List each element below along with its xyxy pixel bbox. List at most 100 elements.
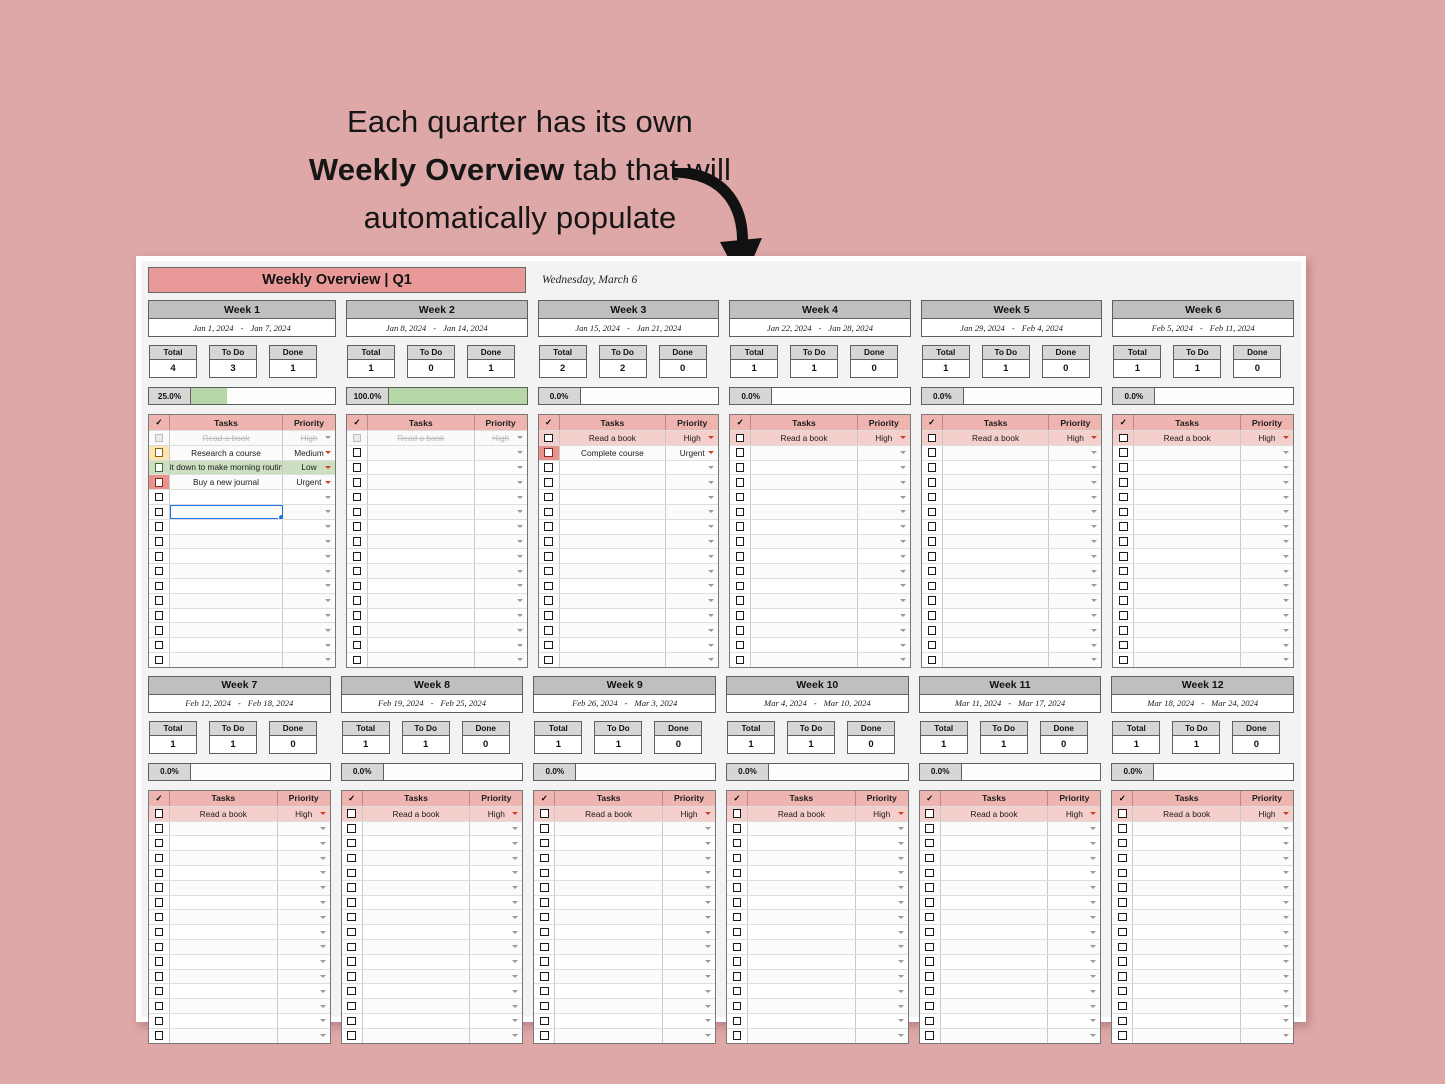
task-name-cell[interactable] xyxy=(560,519,667,534)
chevron-down-icon[interactable] xyxy=(325,525,331,529)
checkbox-icon[interactable] xyxy=(1118,809,1127,818)
chevron-down-icon[interactable] xyxy=(512,826,519,830)
task-name-cell[interactable]: Read a book xyxy=(1134,431,1241,445)
task-priority-cell[interactable] xyxy=(1240,593,1293,608)
task-row[interactable] xyxy=(730,518,910,534)
checkbox-icon[interactable] xyxy=(925,898,934,907)
checkbox-icon[interactable] xyxy=(154,986,164,996)
chevron-down-icon[interactable] xyxy=(1090,989,1097,993)
chevron-down-icon[interactable] xyxy=(899,628,906,632)
checkbox-icon[interactable] xyxy=(925,912,934,922)
chevron-down-icon[interactable] xyxy=(1283,871,1290,875)
task-name-cell[interactable] xyxy=(362,1028,471,1043)
task-priority-cell[interactable] xyxy=(663,896,715,910)
task-priority-cell[interactable] xyxy=(666,490,718,504)
task-name-cell[interactable] xyxy=(170,984,278,999)
task-checkbox-cell[interactable] xyxy=(1112,865,1134,880)
task-checkbox-cell[interactable] xyxy=(534,969,556,984)
checkbox-icon[interactable] xyxy=(154,507,164,517)
task-row[interactable] xyxy=(534,820,716,836)
task-priority-cell[interactable] xyxy=(1241,910,1294,925)
checkbox-icon[interactable] xyxy=(735,640,745,650)
task-row[interactable] xyxy=(538,637,719,652)
checkbox-icon[interactable] xyxy=(925,972,934,981)
checkbox-icon[interactable] xyxy=(544,492,553,502)
checkbox-icon[interactable] xyxy=(540,957,549,966)
task-name-cell[interactable] xyxy=(368,652,475,667)
task-name-cell[interactable] xyxy=(748,939,856,954)
task-row[interactable] xyxy=(341,820,523,836)
task-name-cell[interactable] xyxy=(943,608,1050,623)
chevron-down-icon[interactable] xyxy=(1283,1004,1290,1008)
task-checkbox-cell[interactable] xyxy=(727,939,749,954)
task-checkbox-cell[interactable] xyxy=(922,623,943,638)
checkbox-icon[interactable] xyxy=(927,463,937,472)
task-priority-cell[interactable] xyxy=(858,579,910,593)
task-row[interactable] xyxy=(149,924,330,939)
task-row[interactable] xyxy=(919,850,1101,865)
task-name-cell[interactable] xyxy=(555,895,664,910)
chevron-down-icon[interactable] xyxy=(325,451,331,455)
task-name-cell[interactable] xyxy=(555,1013,664,1028)
task-row[interactable] xyxy=(149,533,335,549)
task-checkbox-cell[interactable] xyxy=(347,504,368,519)
task-checkbox-cell[interactable] xyxy=(1113,608,1135,623)
task-checkbox-cell[interactable] xyxy=(534,910,556,925)
task-priority-cell[interactable] xyxy=(283,534,335,549)
task-checkbox-cell[interactable] xyxy=(730,549,752,564)
chevron-down-icon[interactable] xyxy=(319,886,326,890)
task-row[interactable] xyxy=(919,1012,1101,1028)
chevron-down-icon[interactable] xyxy=(708,525,715,529)
task-checkbox-cell[interactable] xyxy=(920,865,941,880)
chevron-down-icon[interactable] xyxy=(325,510,331,514)
checkbox-icon[interactable] xyxy=(1119,655,1128,665)
chevron-down-icon[interactable] xyxy=(1282,599,1289,603)
chevron-down-icon[interactable] xyxy=(1283,841,1290,845)
task-name-cell[interactable] xyxy=(748,821,856,836)
task-checkbox-cell[interactable] xyxy=(920,910,941,925)
task-row[interactable] xyxy=(347,607,527,623)
task-priority-cell[interactable] xyxy=(1048,1014,1100,1028)
checkbox-icon[interactable] xyxy=(540,809,549,818)
task-row[interactable]: Research a course Medium xyxy=(149,444,335,460)
task-priority-cell[interactable] xyxy=(1241,984,1293,998)
task-priority-cell[interactable]: Urgent xyxy=(283,475,335,490)
task-priority-cell[interactable] xyxy=(666,549,718,563)
task-row[interactable] xyxy=(727,909,908,925)
task-row[interactable]: Read a book High xyxy=(1112,805,1294,821)
chevron-down-icon[interactable] xyxy=(705,826,712,830)
chevron-down-icon[interactable] xyxy=(1091,539,1098,543)
checkbox-icon[interactable] xyxy=(732,853,742,863)
task-priority-cell[interactable] xyxy=(856,836,908,850)
task-checkbox-cell[interactable] xyxy=(539,608,560,623)
task-checkbox-cell[interactable] xyxy=(347,445,368,460)
task-name-cell[interactable] xyxy=(748,880,856,895)
checkbox-icon[interactable] xyxy=(1119,611,1128,620)
chevron-down-icon[interactable] xyxy=(1090,1004,1097,1008)
task-name-cell[interactable]: Read a book xyxy=(555,806,664,821)
task-name-cell[interactable] xyxy=(751,490,858,504)
task-name-cell[interactable] xyxy=(170,519,283,534)
checkbox-icon[interactable] xyxy=(732,1016,742,1026)
checkbox-icon[interactable] xyxy=(1119,478,1128,487)
checkbox-icon[interactable] xyxy=(732,809,742,818)
chevron-down-icon[interactable] xyxy=(1090,900,1097,904)
checkbox-icon[interactable] xyxy=(927,448,937,457)
task-name-cell[interactable] xyxy=(1133,865,1242,880)
checkbox-icon[interactable] xyxy=(925,1031,934,1040)
chevron-down-icon[interactable] xyxy=(325,628,331,632)
task-row[interactable] xyxy=(1112,1027,1294,1043)
task-checkbox-cell[interactable] xyxy=(920,984,941,999)
task-checkbox-cell[interactable] xyxy=(920,851,941,865)
task-priority-cell[interactable] xyxy=(470,821,523,836)
task-checkbox-cell[interactable] xyxy=(534,880,556,895)
task-checkbox-cell[interactable] xyxy=(149,954,170,969)
task-name-cell[interactable] xyxy=(1134,608,1241,623)
task-name-cell[interactable] xyxy=(942,475,1050,490)
task-row[interactable]: Read a book High xyxy=(347,430,527,445)
checkbox-icon[interactable] xyxy=(1119,448,1128,457)
chevron-down-icon[interactable] xyxy=(708,554,715,558)
checkbox-icon[interactable] xyxy=(1118,957,1127,966)
task-row[interactable] xyxy=(730,444,910,460)
task-name-cell[interactable] xyxy=(362,880,471,895)
